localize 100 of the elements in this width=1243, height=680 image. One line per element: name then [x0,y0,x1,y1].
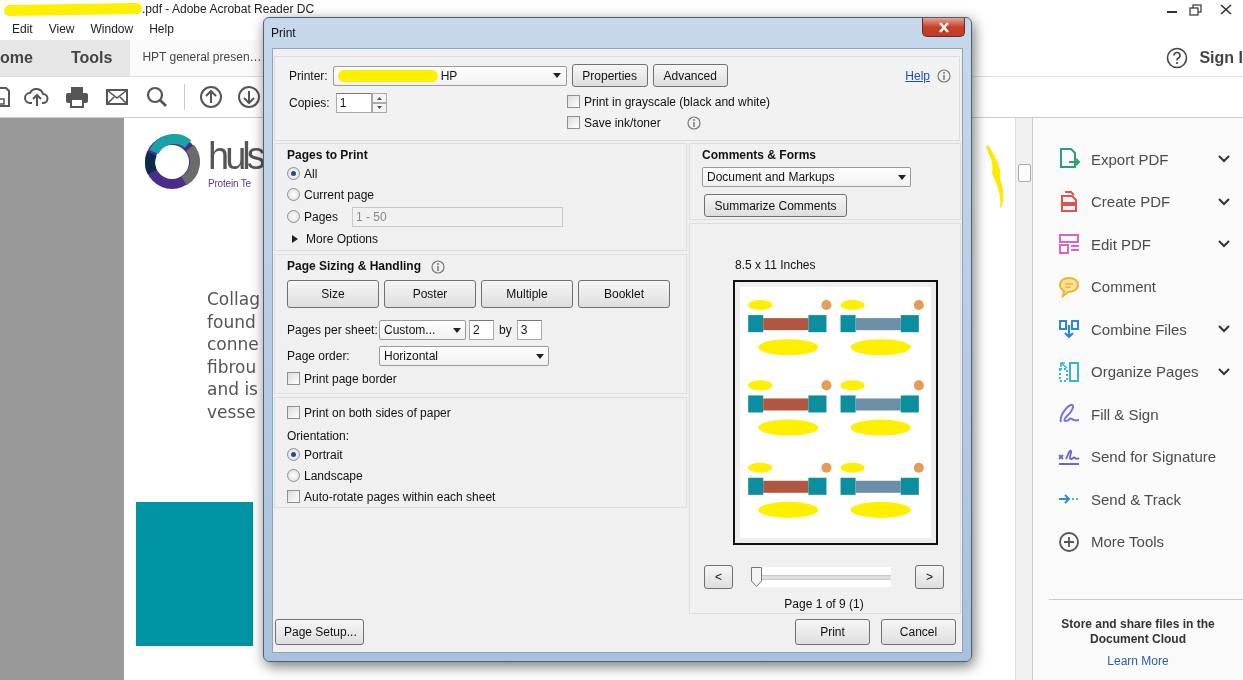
field-label: Page order: [287,349,351,363]
dropdown[interactable]: Horizontal [379,346,549,366]
organize-tool-icon[interactable] [1057,359,1081,384]
checkbox[interactable] [287,372,300,385]
radio-label: Landscape [304,468,363,483]
save-icon[interactable] [0,85,10,109]
page-counter: Page 1 of 9 (1) [783,597,865,611]
field-label: Pages per sheet: [287,323,379,337]
spinner-buttons[interactable] [371,93,387,113]
logo-text: huls [208,134,262,178]
checkbox-label: Auto-rotate pages within each sheet [304,489,496,504]
info-icon[interactable] [937,68,951,83]
dialog-title: Print [271,26,296,40]
checkbox-label: Print on both sides of paper [304,405,451,420]
tool-item[interactable]: Fill & Sign [1091,405,1221,423]
sign-in-link[interactable]: Sign I [1199,49,1243,67]
field-label: by [499,323,512,337]
tool-item[interactable]: Organize Pages [1091,363,1207,381]
checkbox[interactable] [567,95,580,108]
slider-thumb[interactable] [751,567,762,587]
section-title: Page Sizing & Handling [287,259,421,275]
tool-item[interactable]: More Tools [1091,533,1221,551]
tool-item[interactable]: Send for Signature [1091,448,1221,466]
more-options-toggle[interactable]: More Options [306,232,379,247]
close-icon [937,21,950,33]
rows-field[interactable]: 3 [516,320,542,340]
more-tool-icon[interactable] [1057,529,1081,554]
menu-item[interactable]: View [48,22,75,36]
tool-item[interactable]: Create PDF [1091,193,1207,211]
caret-icon [452,327,461,333]
dialog-button[interactable]: Properties [571,64,648,87]
paper-size-label: 8.5 x 11 Inches [735,258,817,274]
info-icon[interactable] [686,115,701,130]
checkbox-label: Print page border [304,371,397,386]
menu-item[interactable]: Edit [12,22,33,36]
tool-item[interactable]: Send & Track [1091,490,1221,508]
copies-field[interactable]: 1 [335,93,372,113]
checkbox[interactable] [567,116,580,129]
radio-label: Current page [304,187,375,202]
tool-item[interactable]: Edit PDF [1091,235,1207,253]
paragraph: Collag found conne fibrou and is vesse [207,288,260,424]
checkbox[interactable] [287,490,300,503]
mode-button[interactable]: Booklet [578,280,670,308]
caret-icon [897,174,906,180]
field-label: Copies: [289,96,330,110]
cancel-button[interactable]: Cancel [881,619,956,645]
tool-item[interactable]: Combine Files [1091,320,1207,338]
upload-icon[interactable] [24,85,50,109]
mode-button[interactable]: Size [287,280,379,308]
radio-button[interactable] [287,188,300,202]
edit-tool-icon[interactable] [1057,232,1081,257]
next-page-button[interactable]: > [915,565,944,589]
help-icon[interactable] [1165,46,1190,70]
nav-tab[interactable]: ome [0,40,53,76]
close-button[interactable] [922,18,965,37]
radio-label: Portrait [304,447,343,462]
checkbox[interactable] [287,406,300,419]
expand-arrow-icon[interactable] [292,235,298,244]
info-icon[interactable] [431,260,445,274]
menu-item[interactable]: Window [90,22,134,36]
print-icon[interactable] [64,85,90,109]
section-label: Orientation: [287,429,351,443]
chevron-icon[interactable] [1217,239,1231,250]
previous-page-button[interactable]: < [704,565,733,589]
radio-label: Pages [304,209,339,224]
dialog-button[interactable]: Advanced [652,64,728,87]
section-title: Comments & Forms [702,148,818,164]
window-title: .pdf - Adobe Acrobat Reader DC [142,2,315,16]
columns-field[interactable]: 2 [469,320,494,340]
document-tab[interactable]: HPT general presen… [130,40,266,76]
tool-item[interactable]: Comment [1091,278,1221,296]
cloud-promo-text: Store and share files in the Document Cloud [1060,617,1216,647]
dropdown[interactable]: Custom... [379,320,466,340]
radio-label: All [304,167,318,181]
dropdown[interactable]: Document and Markups [702,167,911,187]
chevron-icon[interactable] [1217,154,1231,165]
logo-icon [144,134,200,190]
chevron-icon[interactable] [1217,366,1231,377]
help-link[interactable]: Help [905,68,930,83]
checkbox-label: Print in grayscale (black and white) [584,94,771,109]
caret-icon [535,353,544,359]
scrollbar[interactable] [1015,118,1032,680]
chevron-icon[interactable] [1217,324,1231,335]
menu-item[interactable]: Help [149,22,174,36]
field-label: Printer: [289,68,328,83]
radio-button[interactable] [287,448,300,461]
section-title: Pages to Print [287,148,369,164]
nav-tab[interactable]: Tools [52,40,131,76]
scrollbar-thumb[interactable] [1017,164,1031,182]
dropdown[interactable]: HP [332,65,567,86]
page-setup-button[interactable]: Page Setup... [275,619,364,645]
radio-button[interactable] [287,167,300,181]
chevron-icon[interactable] [1217,196,1231,207]
mode-button[interactable]: Multiple [481,280,573,308]
tool-item[interactable]: Export PDF [1091,150,1207,168]
radio-button[interactable] [287,469,300,482]
mode-button[interactable]: Poster [384,280,476,308]
summarize-button[interactable]: Summarize Comments [704,194,847,217]
print-button[interactable]: Print [795,619,870,645]
learn-more-link[interactable]: Learn More [1107,654,1169,668]
